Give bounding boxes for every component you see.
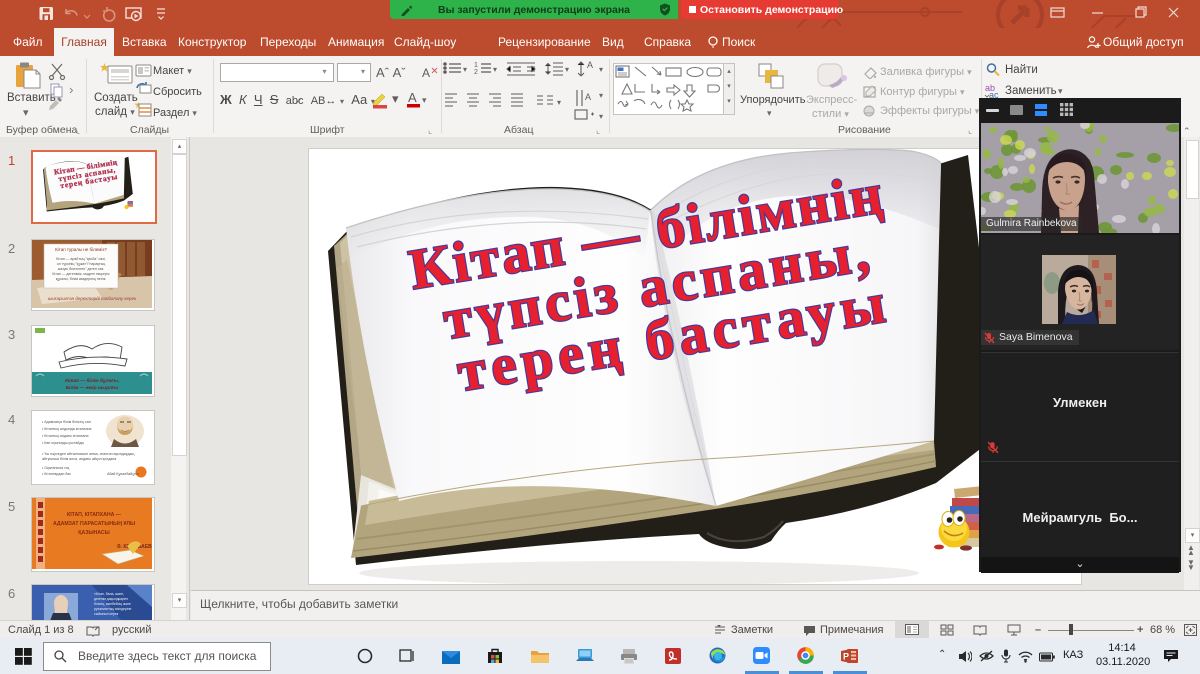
svg-text:1: 1	[474, 62, 478, 69]
svg-text:жазуы бекітілген" деген сөз.: жазуы бекітілген" деген сөз.	[58, 267, 105, 271]
svg-text:шығарылған деректерді пайдалан: шығарылған деректерді пайдалану керек	[48, 295, 137, 301]
svg-text:Білім — өмір шырағы: Білім — өмір шырағы	[66, 385, 119, 391]
svg-text:▾: ▾	[599, 65, 603, 74]
svg-text:Кітап — арабтың "қасба" сөзі,: Кітап — арабтың "қасба" сөзі,	[56, 257, 105, 261]
svg-text:• Кітаптардан бас: • Кітаптардан бас	[42, 472, 71, 476]
svg-text:▾: ▾	[599, 112, 603, 121]
svg-text:А: А	[587, 60, 593, 70]
svg-text:АДАМЗАТ ПАРАСАТЫНЫҢ ҰЛЫ: АДАМЗАТ ПАРАСАТЫНЫҢ ҰЛЫ	[53, 521, 135, 527]
svg-text:ҚАЗЫНАСЫ: ҚАЗЫНАСЫ	[78, 530, 109, 536]
svg-text:• Адамзатқа білім біліктің сан: • Адамзатқа білім біліктің сан	[42, 420, 91, 424]
svg-text:«Кітап, бала, және,: «Кітап, бала, және,	[94, 592, 124, 596]
svg-text:• Кітаптың алдында кітапхана: • Кітаптың алдында кітапхана	[42, 427, 91, 431]
svg-text:• Көп оқығанды қостайды: • Көп оқығанды қостайды	[42, 441, 84, 445]
svg-text:▾: ▾	[557, 98, 561, 107]
svg-text:Кітап — білім бұлағы,: Кітап — білім бұлағы,	[65, 377, 119, 384]
svg-text:КІТАП, КІТАПХАНА —: КІТАП, КІТАПХАНА —	[67, 512, 122, 518]
svg-text:Кітап туралы не білеміз?: Кітап туралы не білеміз?	[55, 247, 107, 252]
svg-text:А: А	[408, 90, 417, 105]
svg-text:2: 2	[474, 69, 478, 76]
svg-text:• Оқығанына тоқ: • Оқығанына тоқ	[42, 466, 70, 470]
svg-text:дегенім дақылдықпен: дегенім дақылдықпен	[94, 597, 128, 601]
svg-text:▾: ▾	[565, 65, 569, 74]
svg-text:▾: ▾	[392, 91, 399, 106]
svg-text:ол түркінің "құжат"/"парақтың: ол түркінің "құжат"/"парақтың	[57, 262, 106, 266]
svg-text:руханиаттың өзіндеріне: руханиаттың өзіндеріне	[94, 607, 131, 611]
svg-text:• Кітаптың андағы кітапхана: • Кітаптың андағы кітапхана	[42, 434, 89, 438]
svg-text:• Үш нәрседен айтылмасын алма,: • Үш нәрседен айтылмасын алма, аталған а…	[42, 452, 134, 456]
svg-text:А: А	[585, 92, 591, 102]
svg-text:▾: ▾	[422, 95, 427, 105]
svg-text:құралы, білім көздерінің негіз: құралы, білім көздерінің негізі.	[56, 277, 107, 281]
svg-text:▾: ▾	[599, 91, 603, 100]
svg-text:білсең, өкінбейсің және: білсең, өкінбейсің және	[94, 602, 131, 606]
svg-text:▾: ▾	[463, 65, 467, 74]
svg-text:▾: ▾	[493, 65, 497, 74]
svg-text:айтуынша білім алса, андағы ай: айтуынша білім алса, андағы айқол қолдан…	[42, 457, 116, 461]
svg-text:Абай Құнанбайұлы: Абай Құнанбайұлы	[107, 472, 139, 476]
svg-text:Кітап — дегеніміз, мәдені төңк: Кітап — дегеніміз, мәдені төңкеріс	[52, 272, 109, 276]
svg-text:P: P	[843, 652, 849, 662]
svg-text:А: А	[422, 66, 430, 80]
svg-text:сыйынып керек: сыйынып керек	[94, 612, 119, 616]
